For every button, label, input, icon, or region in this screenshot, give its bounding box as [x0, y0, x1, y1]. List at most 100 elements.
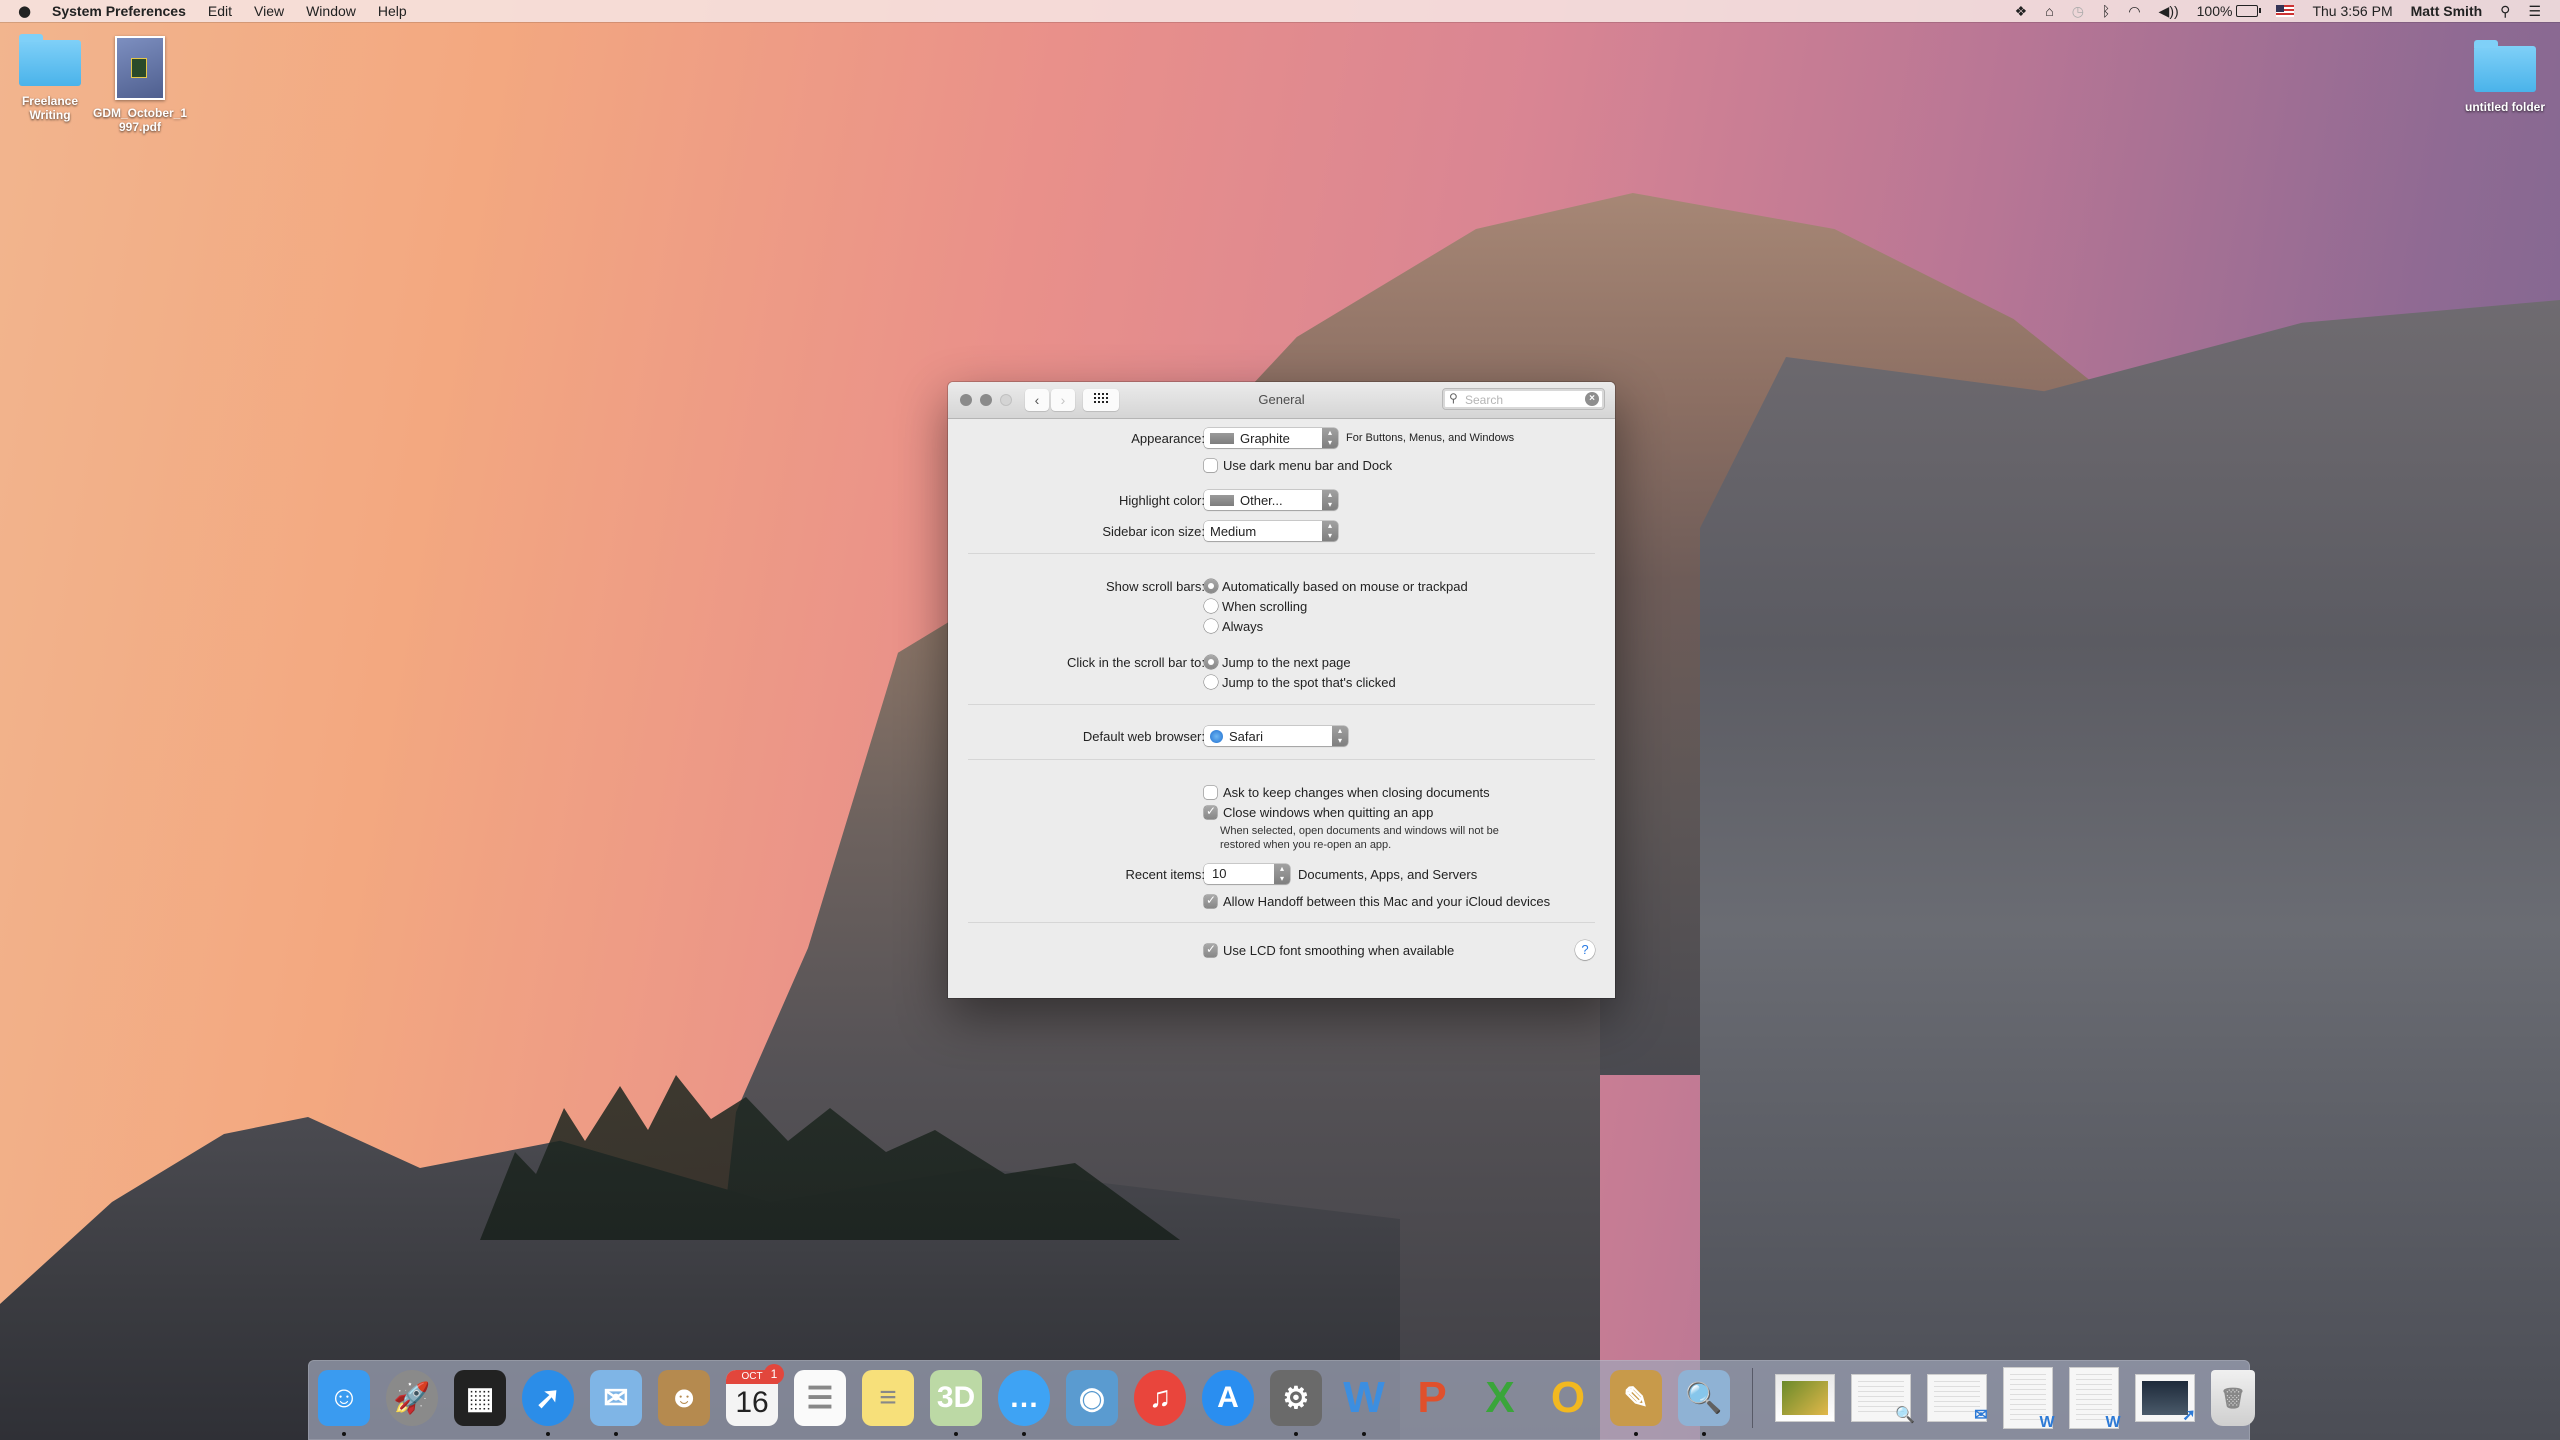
trash-icon: 🗑: [2220, 1387, 2246, 1410]
menu-edit[interactable]: Edit: [197, 0, 243, 22]
checkbox-checked[interactable]: [1204, 942, 1217, 957]
dock-item-launchpad[interactable]: 🚀: [386, 1370, 438, 1426]
dock-item-preview-edit[interactable]: ✎: [1610, 1370, 1662, 1436]
dock-item-messages[interactable]: …: [998, 1370, 1050, 1436]
bluetooth-icon[interactable]: ᛒ: [2093, 0, 2119, 22]
radio-unselected[interactable]: [1204, 619, 1218, 633]
general-preferences-window: ‹ › General ⚲ × Appearance: Graphite ▴▾ …: [948, 382, 1615, 998]
dock-item-word-document-1[interactable]: W: [2003, 1367, 2055, 1431]
dock-item-safari[interactable]: ➚: [522, 1370, 574, 1436]
scroll-option-automatic[interactable]: Automatically based on mouse or trackpad: [1204, 579, 1468, 594]
divider: [968, 922, 1595, 923]
appearance-hint: For Buttons, Menus, and Windows: [1346, 432, 1515, 444]
dock-item-mail-document[interactable]: ✉: [1927, 1374, 1988, 1424]
dock-item-contacts[interactable]: ☻: [658, 1370, 710, 1426]
running-indicator: [1634, 1432, 1638, 1436]
dock-item-iphoto[interactable]: ◉: [1066, 1370, 1118, 1426]
title-bar[interactable]: ‹ › General ⚲ ×: [948, 382, 1615, 419]
dock-item-app-store[interactable]: A: [1202, 1370, 1254, 1426]
dock-item-safari-webpage[interactable]: ➚: [2135, 1374, 2196, 1424]
lcd-smoothing-checkbox[interactable]: Use LCD font smoothing when available: [1204, 942, 1454, 958]
user-menu[interactable]: Matt Smith: [2402, 0, 2492, 22]
dock-item-notes[interactable]: ≡: [862, 1370, 914, 1426]
spotlight-icon[interactable]: ⚲: [2491, 0, 2519, 22]
dock-item-maps[interactable]: 3D: [930, 1370, 982, 1436]
dock-item-reminders[interactable]: ☰: [794, 1370, 846, 1426]
desktop-icon-freelance-writing[interactable]: Freelance Writing: [0, 34, 100, 122]
click-option-next-page[interactable]: Jump to the next page: [1204, 655, 1351, 670]
dark-menu-checkbox[interactable]: Use dark menu bar and Dock: [1204, 458, 1392, 473]
app-store-icon: A: [1217, 1381, 1239, 1414]
radio-unselected[interactable]: [1204, 675, 1218, 689]
radio-selected[interactable]: [1204, 655, 1218, 669]
desktop-icon-gdm-pdf[interactable]: GDM_October_1997.pdf: [90, 36, 190, 134]
checkbox-unchecked[interactable]: [1204, 785, 1217, 799]
checkbox-unchecked[interactable]: [1204, 458, 1217, 472]
dock-item-mail[interactable]: ✉: [590, 1370, 642, 1436]
home-sharing-icon[interactable]: ⌂: [2036, 0, 2062, 22]
default-browser-value: Safari: [1229, 728, 1263, 744]
ask-keep-changes-checkbox[interactable]: Ask to keep changes when closing documen…: [1204, 785, 1490, 800]
search-field[interactable]: ⚲ ×: [1442, 388, 1605, 410]
menu-window[interactable]: Window: [295, 0, 367, 22]
recent-items-popup[interactable]: 10 ▴ ▾: [1204, 864, 1290, 884]
system-preferences-icon: ⚙: [1282, 1381, 1310, 1415]
dock-item-microsoft-outlook[interactable]: O: [1542, 1370, 1594, 1426]
volume-icon[interactable]: ◀)): [2150, 0, 2188, 22]
dark-menu-label: Use dark menu bar and Dock: [1223, 457, 1393, 473]
app-badge-icon: ➚: [2182, 1407, 2196, 1424]
dock-item-mission-control[interactable]: ▦: [454, 1370, 506, 1426]
clear-search-icon[interactable]: ×: [1585, 392, 1599, 406]
desktop-icon-label: untitled folder: [2465, 100, 2545, 114]
us-flag-icon: [2276, 5, 2295, 17]
dock-item-system-preferences[interactable]: ⚙: [1270, 1370, 1322, 1436]
microsoft-outlook-icon: O: [1550, 1373, 1586, 1422]
dock-item-word-document-2[interactable]: W: [2069, 1367, 2121, 1431]
dock-separator: [1752, 1368, 1753, 1428]
scroll-option-always[interactable]: Always: [1204, 619, 1263, 634]
menu-help[interactable]: Help: [367, 0, 418, 22]
input-source-menu[interactable]: [2267, 0, 2303, 22]
highlight-color-popup[interactable]: Other... ▴ ▾: [1204, 490, 1338, 510]
dock-item-microsoft-excel[interactable]: X: [1474, 1370, 1526, 1426]
time-machine-icon[interactable]: ◷: [2063, 0, 2093, 22]
dock-item-microsoft-word[interactable]: W: [1338, 1370, 1390, 1436]
dock-item-itunes[interactable]: ♫: [1134, 1370, 1186, 1426]
note-line: When selected, open documents and window…: [1220, 825, 1499, 837]
scroll-option-when-scrolling[interactable]: When scrolling: [1204, 599, 1307, 614]
notification-center-icon[interactable]: ☰: [2519, 0, 2550, 22]
battery-status[interactable]: 100%: [2188, 0, 2268, 22]
menu-view[interactable]: View: [243, 0, 295, 22]
dropbox-icon[interactable]: ❖: [2006, 0, 2037, 22]
pdf-document-icon: [115, 36, 165, 100]
safari-icon: ➚: [535, 1381, 561, 1415]
dock-item-calendar[interactable]: 16 OCT 1: [726, 1364, 784, 1426]
desktop-icon-untitled-folder[interactable]: untitled folder: [2455, 40, 2555, 114]
dock-item-preview-document[interactable]: 🔍: [1851, 1374, 1915, 1424]
running-indicator: [546, 1432, 550, 1436]
apple-menu-icon[interactable]: ●: [18, 2, 38, 20]
dock-item-monitor-image[interactable]: [1775, 1374, 1835, 1422]
dock-item-finder[interactable]: ☺: [318, 1370, 370, 1436]
clock[interactable]: Thu 3:56 PM: [2303, 0, 2401, 22]
radio-unselected[interactable]: [1204, 599, 1218, 613]
radio-selected[interactable]: [1204, 579, 1218, 593]
search-input[interactable]: [1463, 391, 1582, 409]
help-button[interactable]: ?: [1575, 940, 1595, 960]
dock-item-microsoft-powerpoint[interactable]: P: [1406, 1370, 1458, 1426]
appearance-popup[interactable]: Graphite ▴ ▾: [1204, 428, 1338, 448]
wifi-icon[interactable]: ◠: [2119, 0, 2149, 22]
checkbox-checked[interactable]: [1204, 893, 1217, 908]
checkbox-checked[interactable]: [1204, 804, 1217, 819]
click-option-spot[interactable]: Jump to the spot that's clicked: [1204, 675, 1396, 690]
highlight-color-value: Other...: [1240, 492, 1283, 508]
sidebar-icon-size-popup[interactable]: Medium ▴ ▾: [1204, 521, 1338, 541]
dock-item-preview[interactable]: 🔍: [1678, 1370, 1730, 1436]
handoff-checkbox[interactable]: Allow Handoff between this Mac and your …: [1204, 893, 1550, 909]
close-windows-checkbox[interactable]: Close windows when quitting an app: [1204, 804, 1433, 820]
default-browser-popup[interactable]: Safari ▴ ▾: [1204, 726, 1348, 746]
iphoto-icon: ◉: [1078, 1381, 1106, 1415]
running-indicator: [342, 1432, 346, 1436]
dock-item-trash[interactable]: 🗑: [2211, 1370, 2255, 1426]
menu-app-name[interactable]: System Preferences: [52, 0, 197, 22]
